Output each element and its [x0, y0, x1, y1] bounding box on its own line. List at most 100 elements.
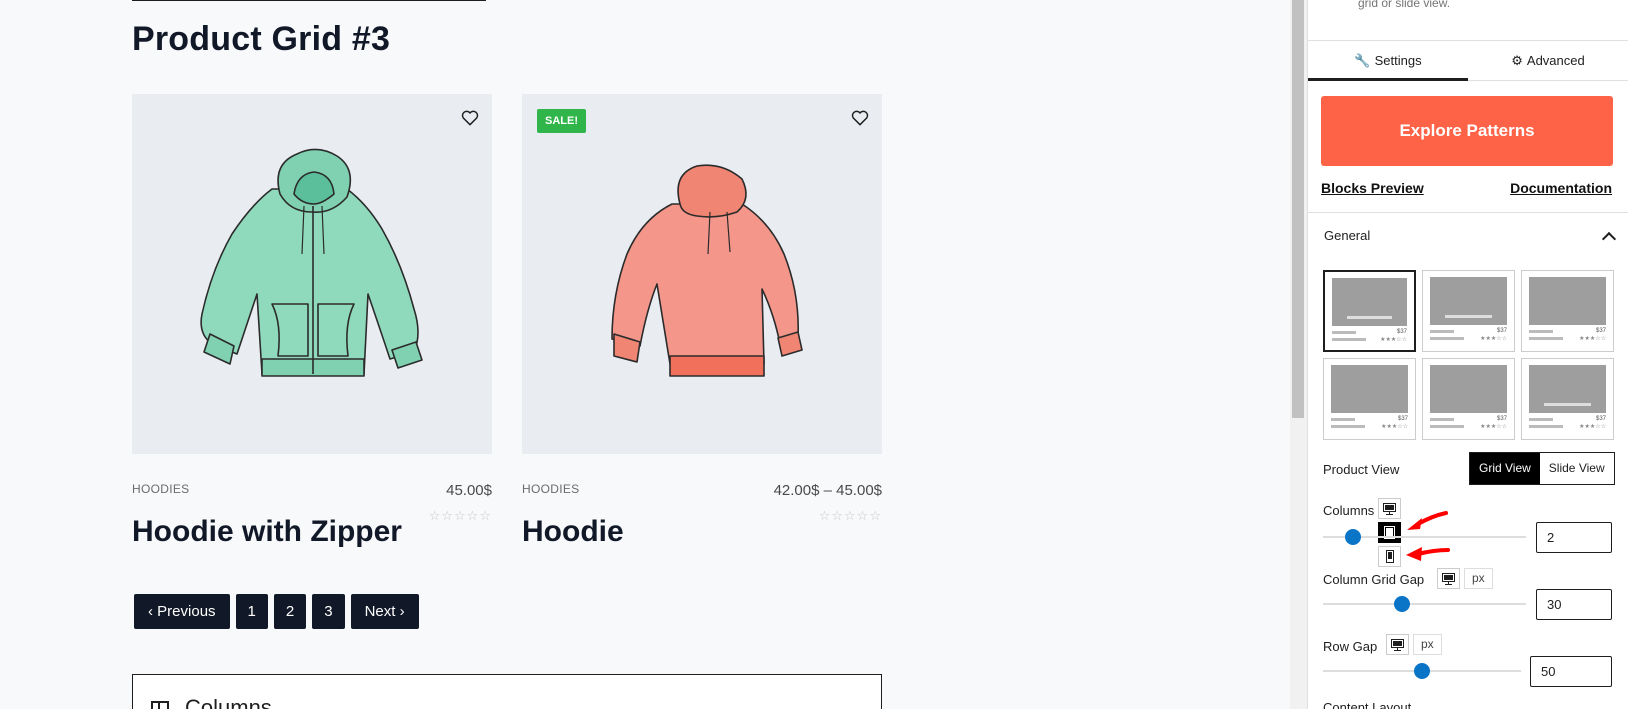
grid-view-option[interactable]: Grid View — [1470, 453, 1540, 484]
documentation-link[interactable]: Documentation — [1510, 180, 1612, 196]
layout-thumb — [1529, 330, 1553, 333]
divider — [1308, 212, 1628, 213]
layout-option-4[interactable]: $37 ★★★☆☆ — [1323, 358, 1416, 440]
desktop-device-button[interactable] — [1378, 498, 1401, 519]
desktop-icon — [1442, 572, 1455, 585]
heart-icon[interactable] — [850, 108, 870, 128]
columns-input[interactable]: 2 — [1536, 522, 1612, 553]
layout-thumb — [1331, 425, 1365, 428]
layout-price: $37 — [1397, 416, 1408, 422]
columns-block-label: Columns — [185, 695, 272, 709]
layout-price: $37 — [1595, 328, 1606, 334]
layout-option-5[interactable]: $37 ★★★☆☆ — [1422, 358, 1515, 440]
slider-handle[interactable] — [1394, 596, 1411, 612]
slider-track — [1323, 603, 1526, 605]
layout-thumb — [1529, 418, 1553, 421]
page-2-button[interactable]: 2 — [273, 594, 307, 629]
layout-stars: ★★★☆☆ — [1480, 336, 1507, 342]
layout-thumb — [1347, 316, 1392, 319]
layout-stars: ★★★☆☆ — [1579, 336, 1606, 342]
chevron-up-icon — [1601, 231, 1617, 247]
coral-hoodie-image — [611, 164, 803, 377]
desktop-device-button[interactable] — [1386, 634, 1409, 655]
product-name[interactable]: Hoodie — [522, 515, 624, 549]
page-3-button[interactable]: 3 — [312, 594, 345, 629]
mobile-device-button[interactable] — [1378, 546, 1401, 567]
column-gap-label: Column Grid Gap — [1323, 572, 1425, 587]
tab-advanced-label: Advanced — [1526, 53, 1585, 68]
column-gap-input[interactable]: 30 — [1536, 589, 1612, 620]
heart-icon[interactable] — [460, 108, 480, 128]
product-image[interactable] — [132, 94, 492, 454]
slider-handle[interactable] — [1414, 663, 1430, 679]
layout-picker: $37 ★★★☆☆ $37 ★★★☆☆ $37 ★★★☆☆ $37 ★★★☆☆ — [1323, 270, 1615, 440]
canvas-scrollbar[interactable] — [1290, 0, 1307, 709]
tab-advanced[interactable]: ⚙ Advanced — [1468, 41, 1628, 81]
general-panel-toggle[interactable]: General — [1324, 228, 1617, 247]
layout-thumb — [1430, 425, 1464, 428]
layout-price: $37 — [1396, 329, 1407, 335]
chevron-right-icon: › — [395, 603, 405, 620]
layout-thumb — [1332, 338, 1366, 341]
page-1-button[interactable]: 1 — [235, 594, 268, 629]
row-gap-input[interactable]: 50 — [1530, 656, 1612, 687]
next-page-button[interactable]: Next › — [350, 594, 419, 629]
layout-option-1[interactable]: $37 ★★★☆☆ — [1323, 270, 1416, 352]
layout-thumb — [1529, 277, 1606, 325]
layout-price: $37 — [1496, 416, 1507, 422]
editor-canvas: Product Grid #3 HOODIES 45.00$ ☆☆☆☆☆ Hoo… — [0, 0, 1290, 709]
product-price: 45.00$ — [446, 482, 492, 499]
pagination: ‹ Previous 1 2 3 Next › — [134, 594, 419, 629]
layout-stars: ★★★☆☆ — [1579, 424, 1606, 430]
divider — [132, 0, 486, 1]
desktop-icon — [1391, 638, 1404, 651]
columns-block[interactable]: Columns — [132, 674, 882, 709]
scrollbar-thumb[interactable] — [1292, 0, 1304, 418]
annotation-arrow-icon — [1407, 511, 1448, 530]
next-label: Next — [364, 603, 396, 620]
tab-settings[interactable]: 🔧 Settings — [1308, 41, 1468, 81]
layout-thumb — [1529, 337, 1563, 340]
product-view-toggle: Grid View Slide View — [1469, 452, 1615, 485]
product-card[interactable]: HOODIES 45.00$ ☆☆☆☆☆ Hoodie with Zipper — [132, 94, 492, 548]
column-gap-slider[interactable] — [1323, 596, 1526, 612]
product-image[interactable]: SALE! — [522, 94, 882, 454]
layout-price: $37 — [1595, 416, 1606, 422]
row-gap-slider[interactable] — [1323, 663, 1521, 679]
layout-thumb — [1332, 331, 1356, 334]
general-panel-title: General — [1324, 228, 1371, 243]
layout-thumb — [1430, 418, 1454, 421]
layout-option-6[interactable]: $37 ★★★☆☆ — [1521, 358, 1614, 440]
explore-patterns-button[interactable]: Explore Patterns — [1321, 96, 1613, 166]
slider-handle[interactable] — [1345, 529, 1362, 545]
layout-thumb — [1430, 365, 1507, 413]
product-name[interactable]: Hoodie with Zipper — [132, 515, 402, 549]
product-category[interactable]: HOODIES — [522, 482, 579, 496]
product-card[interactable]: SALE! HOODIES 42.00$ – 45.00$ ☆☆☆☆☆ Hood… — [522, 94, 882, 548]
product-grid-title: Product Grid #3 — [132, 20, 391, 58]
blocks-preview-link[interactable]: Blocks Preview — [1321, 180, 1424, 196]
block-settings-sidebar: grid or slide view. 🔧 Settings ⚙ Advanced … — [1307, 0, 1628, 709]
layout-price: $37 — [1496, 328, 1507, 334]
product-view-label: Product View — [1323, 462, 1400, 477]
gear-icon: ⚙ — [1511, 53, 1523, 68]
column-gap-unit[interactable]: px — [1464, 568, 1493, 589]
chevron-left-icon: ‹ — [148, 603, 158, 620]
mobile-icon — [1385, 550, 1394, 563]
layout-option-2[interactable]: $37 ★★★☆☆ — [1422, 270, 1515, 352]
layout-thumb — [1331, 365, 1408, 413]
star-rating: ☆☆☆☆☆ — [818, 508, 882, 523]
row-gap-unit[interactable]: px — [1413, 634, 1442, 655]
star-rating: ☆☆☆☆☆ — [428, 508, 492, 523]
desktop-icon — [1383, 502, 1396, 515]
product-category[interactable]: HOODIES — [132, 482, 189, 496]
previous-page-button[interactable]: ‹ Previous — [134, 594, 230, 629]
desktop-device-button[interactable] — [1437, 568, 1460, 589]
tab-settings-label: Settings — [1374, 53, 1422, 68]
layout-thumb — [1445, 315, 1492, 318]
layout-thumb — [1430, 337, 1464, 340]
layout-stars: ★★★☆☆ — [1480, 424, 1507, 430]
layout-option-3[interactable]: $37 ★★★☆☆ — [1521, 270, 1614, 352]
slide-view-option[interactable]: Slide View — [1540, 453, 1614, 484]
mint-zip-hoodie-image — [200, 148, 423, 377]
